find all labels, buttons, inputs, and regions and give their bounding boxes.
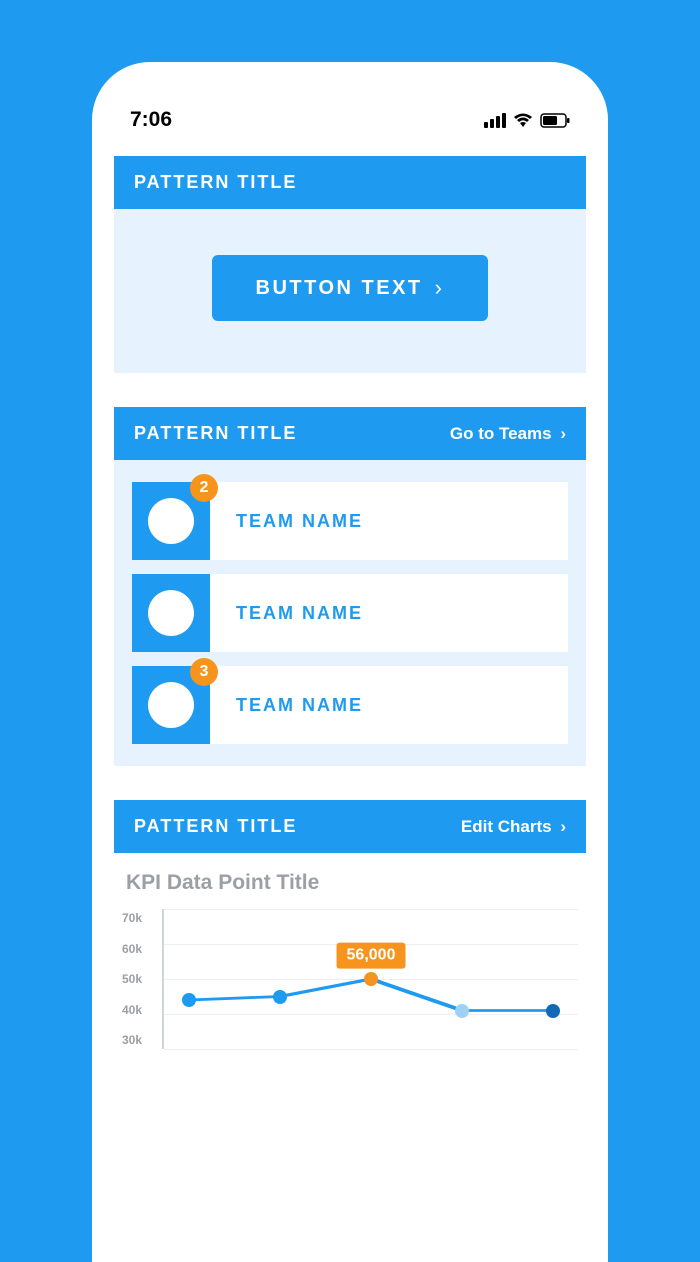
kpi-title: KPI Data Point Title [122, 871, 578, 895]
button-label: BUTTON TEXT [256, 277, 423, 300]
avatar-placeholder-icon [148, 590, 194, 636]
avatar-placeholder-icon [148, 498, 194, 544]
edit-charts-link[interactable]: Edit Charts › [461, 817, 566, 837]
notification-badge: 3 [190, 658, 218, 686]
team-row[interactable]: 2 TEAM NAME [132, 482, 568, 560]
card-header: PATTERN TITLE Go to Teams › [114, 407, 586, 460]
chevron-right-icon: › [435, 275, 445, 301]
data-callout: 56,000 [337, 943, 406, 969]
status-time: 7:06 [130, 108, 172, 132]
primary-button[interactable]: BUTTON TEXT › [212, 255, 489, 321]
card-title: PATTERN TITLE [134, 172, 297, 193]
pattern-card-3: PATTERN TITLE Edit Charts › KPI Data Poi… [114, 800, 586, 1049]
plot-area: 56,000 [162, 909, 578, 1049]
avatar-placeholder-icon [148, 682, 194, 728]
status-bar: 7:06 [114, 108, 586, 156]
kpi-chart: 70k 60k 50k 40k 30k [122, 909, 578, 1049]
data-point [546, 1004, 560, 1018]
chart-body: KPI Data Point Title 70k 60k 50k 40k 30k [114, 853, 586, 1049]
card-title: PATTERN TITLE [134, 816, 297, 837]
card-header: PATTERN TITLE [114, 156, 586, 209]
card-title: PATTERN TITLE [134, 423, 297, 444]
notification-badge: 2 [190, 474, 218, 502]
chevron-right-icon: › [556, 424, 566, 443]
data-point [273, 990, 287, 1004]
pattern-card-2: PATTERN TITLE Go to Teams › 2 TEAM NAME [114, 407, 586, 766]
team-name: TEAM NAME [236, 695, 363, 716]
team-name: TEAM NAME [236, 603, 363, 624]
chevron-right-icon: › [556, 817, 566, 836]
team-avatar: 2 [132, 482, 210, 560]
card-body: BUTTON TEXT › [114, 209, 586, 373]
go-to-teams-link[interactable]: Go to Teams › [450, 424, 566, 444]
signal-icon [484, 113, 506, 128]
team-row[interactable]: 3 TEAM NAME [132, 666, 568, 744]
team-name: TEAM NAME [236, 511, 363, 532]
y-axis-labels: 70k 60k 50k 40k 30k [122, 909, 142, 1049]
data-point [182, 993, 196, 1007]
pattern-card-1: PATTERN TITLE BUTTON TEXT › [114, 156, 586, 373]
wifi-icon [513, 113, 533, 128]
status-icons [484, 113, 570, 128]
battery-icon [540, 113, 570, 128]
team-avatar: 3 [132, 666, 210, 744]
phone-frame: 7:06 PATTERN TITLE BUTTON TEXT › P [92, 62, 608, 1262]
card-header: PATTERN TITLE Edit Charts › [114, 800, 586, 853]
data-point [455, 1004, 469, 1018]
team-avatar [132, 574, 210, 652]
team-list: 2 TEAM NAME TEAM NAME 3 TEAM NAME [132, 482, 568, 744]
team-row[interactable]: TEAM NAME [132, 574, 568, 652]
card-body: 2 TEAM NAME TEAM NAME 3 TEAM NAME [114, 460, 586, 766]
